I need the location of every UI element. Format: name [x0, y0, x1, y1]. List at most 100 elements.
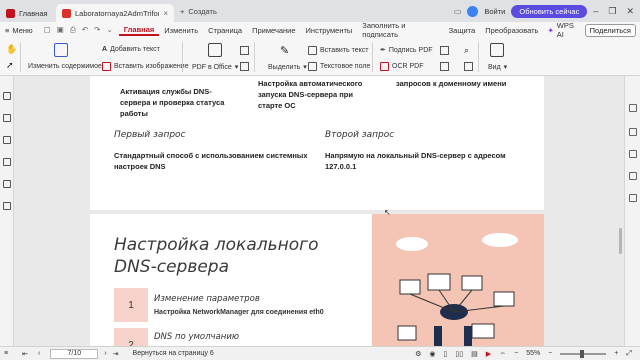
- step-number-1: 1: [114, 288, 148, 322]
- wps-ai-button[interactable]: ✦ WPS AI: [543, 21, 584, 39]
- page-number-input[interactable]: 7/10: [50, 348, 99, 359]
- menu-protect[interactable]: Защита: [444, 26, 481, 35]
- zoom-out-icon[interactable]: −: [514, 350, 518, 357]
- bookmark-icon[interactable]: [3, 92, 11, 100]
- protect-icon[interactable]: [629, 194, 637, 202]
- rotate-icon[interactable]: [464, 62, 473, 71]
- zoom-level[interactable]: 55%: [526, 350, 540, 357]
- edit-content-label: Изменить содержимое: [28, 63, 102, 70]
- signature-icon[interactable]: [3, 180, 11, 188]
- pdf-to-office-icon: [208, 43, 222, 57]
- status-bar: ≡ ⇤ ‹ 7/10 › ⇥ Вернуться на страницу 6 ⚙…: [0, 346, 640, 360]
- redo-icon[interactable]: ↷: [94, 25, 100, 35]
- select-label: Выделить: [268, 63, 301, 71]
- menu-file[interactable]: ≡ Меню: [0, 26, 38, 35]
- cursor-tool-icon[interactable]: ➚: [6, 60, 14, 71]
- folder-icon[interactable]: ▢: [44, 25, 51, 35]
- menu-tools[interactable]: Инструменты: [301, 26, 358, 35]
- page-tools-icon[interactable]: [440, 46, 449, 55]
- insert-image-label: Вставить изображение: [114, 63, 189, 70]
- menu-comment[interactable]: Примечание: [247, 26, 300, 35]
- convert-icon[interactable]: [240, 46, 249, 55]
- menu-edit[interactable]: Изменить: [159, 26, 203, 35]
- chevron-down-icon: ▾: [234, 64, 239, 71]
- zoom-slider-knob[interactable]: [580, 349, 585, 358]
- close-tab-icon[interactable]: ×: [163, 9, 168, 18]
- fit-page-icon[interactable]: [440, 62, 449, 71]
- properties-icon[interactable]: [629, 128, 637, 136]
- translate-icon[interactable]: [629, 150, 637, 158]
- close-window-icon[interactable]: ✕: [626, 6, 634, 17]
- view-button[interactable]: Вид ▾: [488, 63, 507, 72]
- two-page-icon[interactable]: ▯▯: [455, 350, 463, 358]
- menu-convert[interactable]: Преобразовать: [480, 26, 543, 35]
- insert-image-button[interactable]: Вставить изображение: [102, 62, 189, 71]
- search-icon[interactable]: ⌕: [464, 45, 469, 56]
- prev-page-icon[interactable]: ‹: [38, 350, 40, 357]
- vertical-scrollbar[interactable]: [619, 228, 622, 254]
- hand-tool-icon[interactable]: ✋: [6, 44, 17, 55]
- comment-icon[interactable]: [3, 136, 11, 144]
- hamburger-icon[interactable]: ≡: [4, 350, 8, 357]
- ocr-icon: [380, 62, 389, 71]
- attachment-icon[interactable]: [3, 158, 11, 166]
- single-page-icon[interactable]: ▯: [444, 350, 448, 358]
- eye-icon[interactable]: ◉: [429, 350, 435, 358]
- monitor-icon[interactable]: ▭: [454, 7, 462, 16]
- continuous-icon[interactable]: ▤: [471, 350, 478, 358]
- highlighter-icon: ✎: [280, 45, 290, 57]
- play-icon[interactable]: ▶: [486, 350, 491, 358]
- restore-icon[interactable]: ❐: [608, 6, 616, 17]
- new-tab-button[interactable]: + Создать: [180, 7, 217, 16]
- text-field-button[interactable]: Текстовое поле: [308, 62, 370, 71]
- document-viewport: Активация службы DNS- сервера и проверка…: [14, 76, 624, 346]
- add-text-label: Добавить текст: [110, 46, 160, 53]
- update-now-button[interactable]: Обновить сейчас: [511, 4, 588, 18]
- step-desc-1: Настройка NetworkManager для соединения …: [154, 309, 324, 316]
- login-button[interactable]: Войти: [484, 7, 505, 16]
- last-page-icon[interactable]: ⇥: [113, 350, 119, 358]
- dropdown-icon[interactable]: ⌄: [106, 25, 112, 35]
- first-page-icon[interactable]: ⇤: [22, 350, 28, 358]
- view-mode-icon[interactable]: ⚙: [415, 350, 421, 358]
- compress-icon[interactable]: [240, 62, 249, 71]
- minimize-icon[interactable]: –: [593, 6, 598, 17]
- select-button[interactable]: Выделить ▾: [268, 63, 307, 72]
- menu-home[interactable]: Главная: [118, 25, 160, 36]
- sign-pdf-label: Подпись PDF: [388, 46, 433, 54]
- thumbnails-icon[interactable]: [3, 114, 11, 122]
- next-page-icon[interactable]: ›: [104, 350, 106, 357]
- zoom-slider[interactable]: [560, 349, 607, 358]
- sign-pdf-button[interactable]: ✒ Подпись PDF: [380, 46, 433, 55]
- text-field-icon: [308, 62, 317, 71]
- fullscreen-icon[interactable]: ⤢: [626, 350, 632, 358]
- left-sidebar: [0, 76, 14, 346]
- tab-document[interactable]: Laboratornaya2AdmTrifonov ×: [56, 4, 174, 22]
- step-number-2: 2: [114, 328, 148, 346]
- pdf-to-office-button[interactable]: PDF в Office ▾: [192, 63, 239, 72]
- menu-page[interactable]: Страница: [203, 26, 247, 35]
- add-text-button[interactable]: A Добавить текст: [102, 46, 160, 53]
- compare-icon[interactable]: [629, 172, 637, 180]
- first-request-text: Стандартный способ с использованием сист…: [114, 150, 308, 172]
- fit-width-icon[interactable]: ⇔: [499, 350, 506, 357]
- save-icon[interactable]: ▣: [57, 25, 64, 35]
- view-label: Вид: [488, 63, 501, 71]
- first-request-heading: Первый запрос: [114, 130, 186, 140]
- zoom-out-button[interactable]: −: [548, 350, 552, 357]
- second-request-text: Напрямую на локальный DNS-сервер с адрес…: [325, 150, 506, 172]
- tab-home[interactable]: Главная: [0, 4, 56, 22]
- menu-fill-sign[interactable]: Заполнить и подписать: [357, 21, 443, 39]
- undo-icon[interactable]: ↶: [82, 25, 88, 35]
- zoom-in-icon[interactable]: +: [614, 350, 618, 357]
- ocr-pdf-button[interactable]: OCR PDF: [380, 62, 424, 71]
- avatar[interactable]: [467, 5, 479, 17]
- insert-text-button[interactable]: Вставить текст: [308, 46, 368, 55]
- layers-icon[interactable]: [3, 202, 11, 210]
- share-button[interactable]: Поделиться: [584, 23, 636, 37]
- back-to-page-link[interactable]: Вернуться на страницу 6: [133, 350, 214, 357]
- edit-content-button[interactable]: Изменить содержимое: [28, 63, 102, 70]
- title-line: Настройка локального: [114, 235, 319, 255]
- settings-icon[interactable]: [629, 104, 637, 112]
- print-icon[interactable]: ⎙: [70, 25, 76, 35]
